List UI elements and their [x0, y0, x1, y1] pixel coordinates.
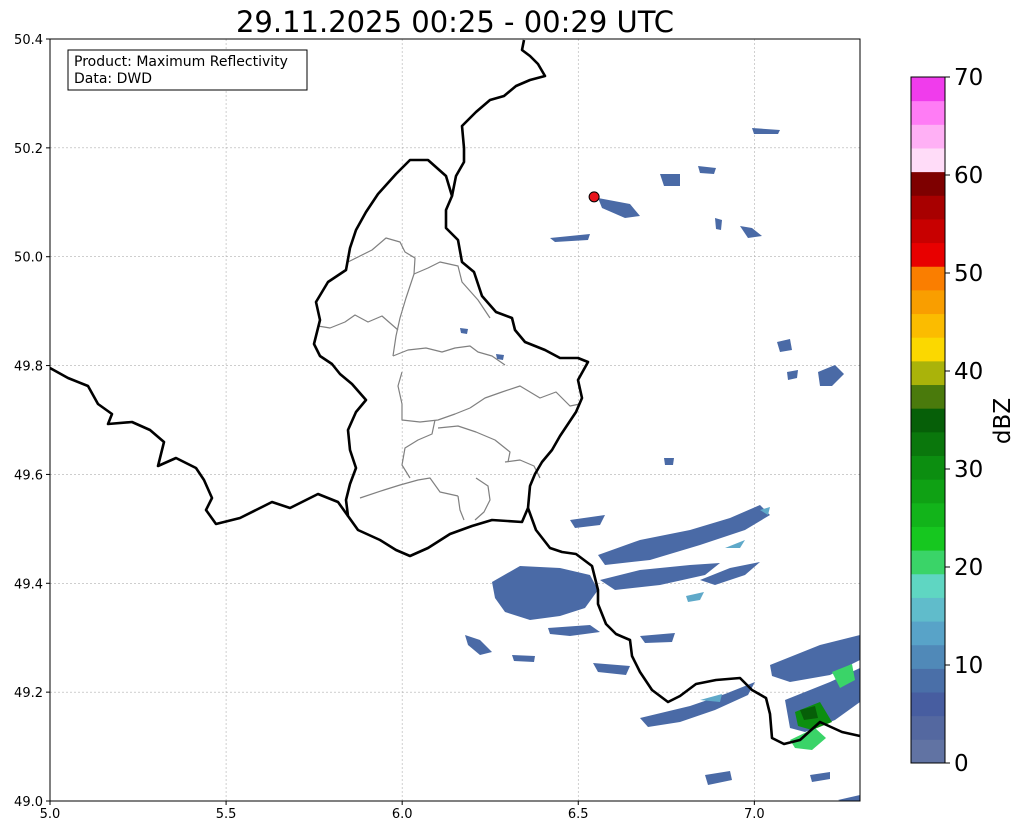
y-tick-label: 49.4: [14, 577, 43, 592]
colorbar-segment: [911, 597, 945, 622]
colorbar-tick-label: 10: [954, 653, 983, 679]
colorbar-segment: [911, 195, 945, 220]
info-data-source-label: Data: DWD: [74, 71, 152, 87]
colorbar-segment: [911, 502, 945, 527]
echo-area: [715, 218, 722, 230]
colorbar-segment: [911, 431, 945, 456]
colorbar-segment: [911, 124, 945, 149]
colorbar-unit-label: dBZ: [990, 398, 1016, 444]
colorbar-segment: [911, 100, 945, 125]
colorbar-segment: [911, 526, 945, 551]
colorbar-segment: [911, 266, 945, 291]
colorbar-segment: [911, 313, 945, 338]
colorbar-segment: [911, 77, 945, 102]
y-tick-label: 49.0: [14, 795, 43, 810]
colorbar-segment: [911, 171, 945, 196]
colorbar-segment: [911, 337, 945, 362]
colorbar-segment: [911, 550, 945, 575]
map-title: 29.11.2025 00:25 - 00:29 UTC: [236, 5, 674, 39]
colorbar-tick-label: 30: [954, 457, 983, 483]
location-marker: [588, 191, 600, 203]
x-tick-label: 6.5: [568, 807, 589, 822]
colorbar-tick-label: 20: [954, 555, 983, 581]
y-tick-label: 50.2: [14, 142, 43, 157]
colorbar-segment: [911, 715, 945, 740]
colorbar-tick-label: 40: [954, 359, 983, 385]
colorbar-segment: [911, 218, 945, 244]
colorbar-segment: [911, 739, 945, 764]
colorbar-tick-label: 70: [954, 65, 983, 91]
colorbar-segment: [911, 147, 945, 173]
colorbar-segment: [911, 242, 945, 267]
x-tick-label: 5.5: [216, 807, 237, 822]
y-tick-label: 49.2: [14, 686, 43, 701]
echo-area: [664, 458, 674, 465]
info-product-label: Product: Maximum Reflectivity: [74, 54, 288, 70]
y-tick-label: 50.4: [14, 33, 43, 48]
map-panel: Product: Maximum Reflectivity Data: DWD: [49, 38, 861, 802]
y-tick-label: 49.6: [14, 468, 43, 483]
colorbar-segment: [911, 644, 945, 669]
x-tick-label: 7.0: [744, 807, 765, 822]
colorbar-segment: [911, 360, 945, 386]
colorbar-segment: [911, 479, 945, 504]
x-tick-label: 6.0: [392, 807, 413, 822]
colorbar-tick-label: 50: [954, 261, 983, 287]
colorbar: 0 10 20 30 40 50 60 70: [910, 65, 983, 777]
colorbar-segment: [911, 692, 945, 717]
colorbar-segment: [911, 384, 945, 409]
radar-map-figure: 29.11.2025 00:25 - 00:29 UTC Product: Ma…: [14, 5, 1016, 822]
colorbar-segment: [911, 408, 945, 433]
colorbar-segment: [911, 621, 945, 646]
colorbar-segment: [911, 668, 945, 693]
info-box: Product: Maximum Reflectivity Data: DWD: [67, 49, 308, 91]
echo-area: [512, 655, 535, 662]
colorbar-segment: [911, 573, 945, 598]
colorbar-tick-label: 0: [954, 751, 969, 777]
y-tick-label: 49.8: [14, 360, 43, 375]
colorbar-tick-label: 60: [954, 163, 983, 189]
colorbar-segment: [911, 455, 945, 480]
y-tick-label: 50.0: [14, 251, 43, 266]
colorbar-segment: [911, 289, 945, 315]
